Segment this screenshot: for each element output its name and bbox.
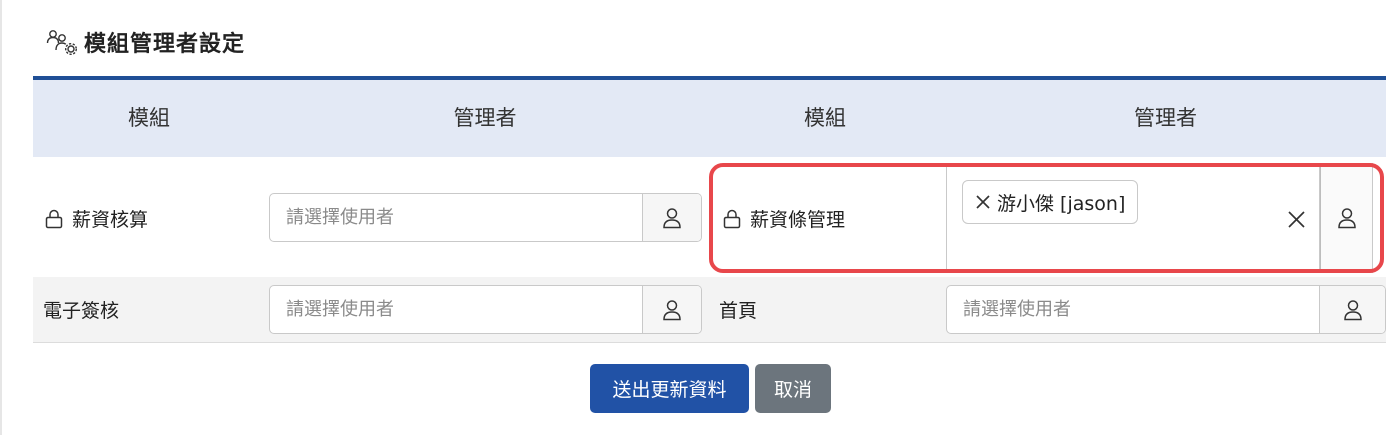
select-user-button[interactable] [642,286,701,333]
module-cell: 電子簽核 [43,296,119,323]
user-icon [1343,299,1362,320]
select-user-button[interactable] [642,194,701,241]
module-name: 薪資核算 [72,209,149,231]
module-cell: 薪資條管理 [723,205,845,232]
manager-selector [269,193,702,242]
module-manager-table: 模組 管理者 模組 管理者 薪資核算 請選擇使用者 薪資條管理 電子簽核 請選擇… [33,76,1386,343]
select-user-button[interactable] [1319,286,1385,333]
users-gear-icon [46,28,78,56]
manager-input[interactable] [947,286,1319,333]
module-cell: 首頁 [719,296,757,323]
selected-user-chip: 游小傑 [jason] [962,180,1139,224]
page-left-border [0,0,2,435]
header-module-left: 模組 [128,106,170,130]
user-icon [663,207,681,228]
clear-selection-icon[interactable] [1287,210,1306,229]
manager-selector [269,285,702,334]
table-header-row: 模組 管理者 模組 管理者 [33,80,1386,157]
select-user-button[interactable] [1320,163,1373,273]
manager-selector [946,285,1386,334]
table-row: 電子簽核 首頁 [33,277,1386,343]
submit-button[interactable]: 送出更新資料 [590,364,749,413]
selected-user-label: 游小傑 [jason] [997,192,1126,215]
cancel-button[interactable]: 取消 [755,364,831,413]
user-icon [663,299,681,320]
header-manager-right: 管理者 [1134,106,1197,130]
manager-input[interactable] [270,286,642,333]
page-title: 模組管理者設定 [84,32,246,57]
module-name: 薪資條管理 [750,209,846,231]
lock-icon [45,209,63,229]
manager-multiselect[interactable]: 游小傑 [jason] [946,163,1320,273]
user-icon [1337,208,1356,229]
header-module-right: 模組 [804,106,846,130]
lock-icon [723,209,741,229]
page-header: 模組管理者設定 [46,26,245,58]
module-name: 首頁 [719,300,758,322]
header-manager-left: 管理者 [453,106,517,130]
remove-user-icon[interactable] [974,193,992,211]
module-cell: 薪資核算 [45,205,148,232]
manager-input[interactable] [270,194,642,241]
module-name: 電子簽核 [43,300,120,322]
